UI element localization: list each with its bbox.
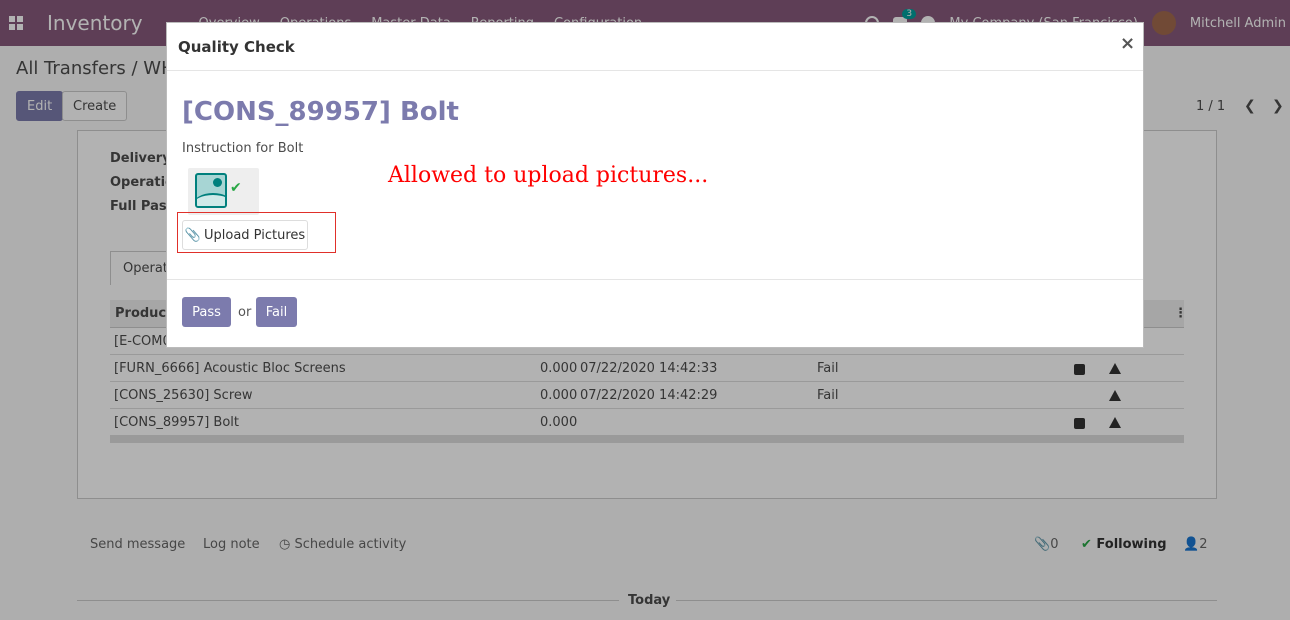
uploaded-check-icon: ✔	[230, 180, 242, 196]
fail-button[interactable]: Fail	[256, 297, 297, 327]
modal-title: Quality Check	[178, 38, 295, 56]
upload-pictures-label: Upload Pictures	[204, 227, 306, 243]
instruction-text: Instruction for Bolt	[182, 141, 304, 156]
pass-button[interactable]: Pass	[182, 297, 231, 327]
modal-footer-divider	[167, 279, 1143, 280]
paperclip-icon: 📎	[184, 227, 201, 243]
quality-check-dialog: Quality Check × [CONS_89957] Bolt Instru…	[166, 22, 1144, 348]
upload-pictures-button[interactable]: 📎 Upload Pictures	[182, 220, 308, 250]
modal-header	[167, 23, 1143, 71]
close-icon[interactable]: ×	[1120, 33, 1135, 54]
annotation-text: Allowed to upload pictures...	[388, 163, 709, 188]
image-placeholder-icon	[195, 173, 227, 208]
or-label: or	[238, 305, 252, 320]
product-title: [CONS_89957] Bolt	[182, 97, 459, 127]
